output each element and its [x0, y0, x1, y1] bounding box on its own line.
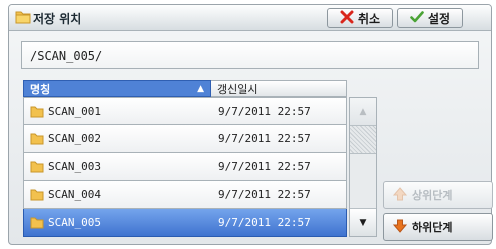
arrow-up-icon: [392, 186, 408, 205]
folder-name: SCAN_005: [48, 216, 101, 229]
check-icon: [410, 10, 424, 27]
table-row[interactable]: SCAN_004 9/7/2011 22:57: [23, 181, 347, 209]
table-row-selected[interactable]: SCAN_005 9/7/2011 22:57: [23, 209, 347, 237]
save-location-dialog: 저장 위치 취소 설정 /SCAN_005/ 명칭 ▲ 갱신일시 SCAN_00…: [8, 4, 493, 245]
folder-date: 9/7/2011 22:57: [218, 160, 311, 173]
folder-icon: [30, 133, 44, 148]
folder-list: SCAN_001 9/7/2011 22:57 SCAN_002 9/7/201…: [23, 97, 347, 237]
column-header-date-label: 갱신일시: [217, 82, 258, 96]
dialog-title: 저장 위치: [33, 12, 82, 26]
folder-icon: [30, 217, 44, 232]
parent-level-label: 상위단계: [412, 189, 453, 202]
folder-date: 9/7/2011 22:57: [218, 104, 311, 118]
parent-level-button[interactable]: 상위단계: [383, 181, 493, 209]
folder-name: SCAN_004: [48, 188, 101, 201]
folder-icon: [30, 161, 44, 176]
folder-date: 9/7/2011 22:57: [218, 216, 311, 229]
folder-date: 9/7/2011 22:57: [218, 188, 311, 201]
cancel-button-label: 취소: [357, 11, 381, 26]
column-header-name[interactable]: 명칭 ▲: [23, 80, 211, 97]
triangle-down-icon: ▼: [359, 217, 367, 228]
table-row[interactable]: SCAN_001 9/7/2011 22:57: [23, 97, 347, 125]
child-level-button[interactable]: 하위단계: [383, 213, 493, 241]
folder-icon: [15, 10, 31, 27]
close-icon: [340, 10, 354, 27]
column-header-date[interactable]: 갱신일시: [211, 80, 347, 97]
folder-name: SCAN_003: [48, 160, 101, 173]
ok-button[interactable]: 설정: [397, 8, 463, 28]
title-bar: 저장 위치 취소 설정: [9, 5, 491, 31]
scroll-down-button[interactable]: ▼: [350, 208, 376, 236]
folder-icon: [30, 106, 44, 121]
sort-ascending-icon: ▲: [197, 83, 204, 94]
folder-icon: [30, 189, 44, 204]
triangle-up-icon: ▲: [359, 106, 367, 117]
arrow-down-icon: [392, 218, 408, 237]
scroll-up-button[interactable]: ▲: [350, 98, 376, 126]
folder-name: SCAN_001: [48, 104, 101, 118]
scroll-thumb[interactable]: [350, 126, 376, 154]
vertical-scrollbar[interactable]: ▲ ▼: [349, 97, 377, 237]
table-row[interactable]: SCAN_003 9/7/2011 22:57: [23, 153, 347, 181]
folder-name: SCAN_002: [48, 132, 101, 145]
path-field: /SCAN_005/: [21, 41, 479, 69]
child-level-label: 하위단계: [412, 221, 453, 234]
table-row[interactable]: SCAN_002 9/7/2011 22:57: [23, 125, 347, 153]
folder-date: 9/7/2011 22:57: [218, 132, 311, 145]
ok-button-label: 설정: [427, 11, 451, 26]
column-header-name-label: 명칭: [30, 82, 51, 96]
cancel-button[interactable]: 취소: [327, 8, 393, 28]
